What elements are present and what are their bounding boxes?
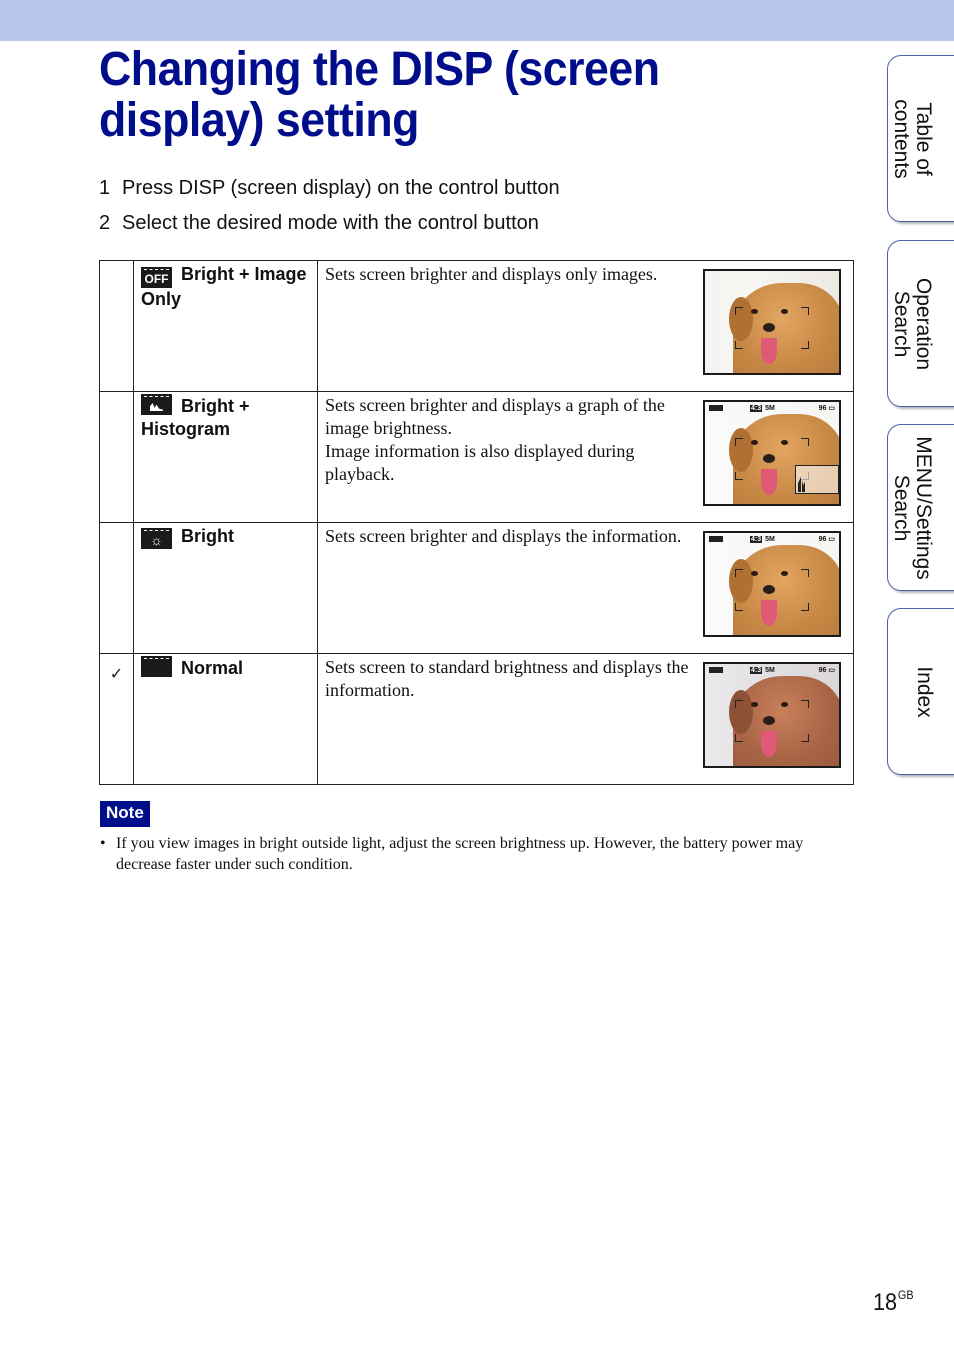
mode-description: Image information is also displayed duri… — [325, 441, 635, 484]
steps-list: 1 Press DISP (screen display) on the cont… — [99, 175, 560, 245]
default-cell — [99, 391, 134, 523]
dog-photo — [729, 545, 839, 635]
mode-cell: Normal — [133, 653, 318, 785]
default-cell: ✓ — [99, 653, 134, 785]
table-row: ✓ Normal Sets screen to standard brightn… — [99, 653, 854, 785]
bright-icon: ☼ — [141, 528, 172, 549]
step-number: 2 — [99, 212, 111, 234]
dog-photo — [729, 283, 839, 373]
step-text: Press DISP (screen display) on the contr… — [122, 177, 560, 199]
focus-frame-corner — [801, 341, 809, 349]
default-cell — [99, 522, 134, 654]
display-modes-table: OFF Bright + Image Only Sets screen brigh… — [99, 260, 854, 785]
preview-image-bright-image-only — [703, 269, 841, 375]
page-number: 18GB — [873, 1288, 914, 1316]
table-row: ☼ Bright Sets screen brighter and display… — [99, 522, 854, 654]
image-size-indicator: 4:3 5M — [750, 667, 775, 674]
side-tab-operation-search[interactable]: Operation Search — [887, 240, 954, 407]
step-item: 1 Press DISP (screen display) on the cont… — [99, 175, 560, 210]
preview-image-bright: 4:3 5M 96 ▭ — [703, 531, 841, 637]
bright-image-only-icon: OFF — [141, 267, 172, 288]
bright-histogram-icon — [141, 394, 172, 415]
focus-frame-corner — [735, 307, 743, 315]
mode-description: Sets screen brighter and displays a grap… — [325, 395, 665, 438]
description-cell: Sets screen brighter and displays only i… — [317, 260, 854, 392]
mode-cell: OFF Bright + Image Only — [133, 260, 318, 392]
mode-description: Sets screen brighter and displays the in… — [325, 526, 682, 546]
step-number: 1 — [99, 177, 111, 199]
shots-remaining: 96 ▭ — [818, 405, 835, 412]
description-cell: Sets screen brighter and displays a grap… — [317, 391, 854, 523]
description-cell: Sets screen to standard brightness and d… — [317, 653, 854, 785]
top-banner — [0, 0, 954, 41]
side-tab-menu-settings-search[interactable]: MENU/Settings Search — [887, 424, 954, 591]
step-text: Select the desired mode with the control… — [122, 212, 539, 234]
step-item: 2 Select the desired mode with the contro… — [99, 210, 560, 245]
description-cell: Sets screen brighter and displays the in… — [317, 522, 854, 654]
default-setting-check-icon: ✓ — [109, 666, 124, 683]
histogram-graph — [795, 465, 839, 494]
note-label: Note — [100, 801, 150, 827]
table-row: Bright + Histogram Sets screen brighter … — [99, 391, 854, 523]
mode-cell: ☼ Bright — [133, 522, 318, 654]
focus-frame-corner — [801, 307, 809, 315]
preview-image-bright-histogram: 4:3 5M 96 ▭ — [703, 400, 841, 506]
note-item: • If you view images in bright outside l… — [100, 835, 804, 873]
dog-photo — [729, 676, 839, 766]
image-size-indicator: 4:3 5M — [750, 405, 775, 412]
image-size-indicator: 4:3 5M — [750, 536, 775, 543]
normal-icon — [141, 656, 172, 677]
shots-remaining: 96 ▭ — [818, 667, 835, 674]
side-tab-index[interactable]: Index — [887, 608, 954, 775]
default-cell — [99, 260, 134, 392]
battery-icon — [709, 536, 723, 542]
preview-image-normal: 4:3 5M 96 ▭ — [703, 662, 841, 768]
battery-icon — [709, 405, 723, 411]
mode-description: Sets screen brighter and displays only i… — [325, 264, 658, 284]
page-title: Changing the DISP (screen display) setti… — [99, 43, 660, 147]
shots-remaining: 96 ▭ — [818, 536, 835, 543]
mode-name: Normal — [181, 658, 244, 678]
mode-name: Bright — [181, 526, 234, 546]
mode-cell: Bright + Histogram — [133, 391, 318, 523]
mode-description: Sets screen to standard brightness and d… — [325, 657, 689, 700]
side-tab-table-of-contents[interactable]: Table of contents — [887, 55, 954, 222]
focus-frame-corner — [735, 341, 743, 349]
battery-icon — [709, 667, 723, 673]
table-row: OFF Bright + Image Only Sets screen brigh… — [99, 260, 854, 392]
bullet-icon: • — [100, 835, 106, 852]
